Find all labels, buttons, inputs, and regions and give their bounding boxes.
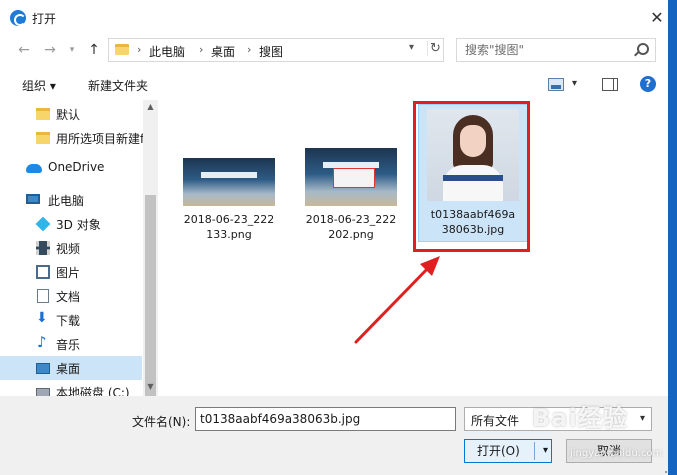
desktop-background-edge [668,0,677,475]
sidebar-item-desktop[interactable]: 桌面 [0,356,142,380]
address-bar[interactable]: › 此电脑 › 桌面 › 搜图 ▾ ↻ [108,38,444,62]
help-icon[interactable]: ? [640,76,656,92]
sidebar-item-label: 3D 对象 [56,218,101,232]
sidebar-item-label: OneDrive [48,160,105,174]
file-item[interactable]: 2018-06-23_222 133.png [174,158,284,242]
sidebar-item-downloads[interactable]: ⬇ 下载 [0,308,142,332]
split-divider [534,442,535,460]
search-input[interactable] [457,39,633,61]
sidebar-item-label: 此电脑 [48,194,85,208]
picture-icon [36,265,50,279]
scroll-thumb[interactable] [145,195,156,405]
forward-icon[interactable]: → [40,40,60,60]
annotation-highlight-box [413,101,530,252]
file-name: 2018-06-23_222 202.png [296,212,406,242]
file-item[interactable]: 2018-06-23_222 202.png [296,148,406,242]
scroll-down-icon[interactable]: ▼ [143,380,158,394]
sidebar-item-label: 默认 [56,108,81,122]
file-thumbnail [183,158,275,206]
folder-icon [36,132,50,144]
sidebar-item-3d-objects[interactable]: 3D 对象 [0,212,142,236]
back-icon[interactable]: ← [14,40,34,60]
file-name: 2018-06-23_222 133.png [174,212,284,242]
sidebar-item-onedrive[interactable]: OneDrive [0,156,142,180]
watermark-subtext: jingyan.baidu.com [570,448,663,459]
sidebar-item-new-folder-from-selection[interactable]: 用所选项目新建f [0,126,145,150]
file-name-line: 2018-06-23_222 [305,213,397,226]
video-icon [36,241,50,255]
open-button-label: 打开(O) [477,444,520,458]
open-dropdown-icon[interactable]: ▾ [543,440,548,462]
navigation-bar: ← → ▾ ↑ › 此电脑 › 桌面 › 搜图 ▾ ↻ [0,36,677,66]
sidebar-item-music[interactable]: ♪ 音乐 [0,332,142,356]
computer-icon [26,194,40,204]
search-box[interactable] [456,38,656,62]
sidebar-item-label: 桌面 [56,362,81,376]
title-bar: 打开 ✕ [0,0,677,36]
view-options-icon[interactable] [548,78,564,91]
cube-icon [35,216,51,232]
breadcrumb-separator-icon: › [199,43,204,56]
sidebar-item-label: 音乐 [56,338,81,352]
filename-label: 文件名(N): [132,415,191,429]
open-button[interactable]: 打开(O) ▾ [464,439,552,463]
sidebar-item-label: 视频 [56,242,81,256]
file-name-line: 133.png [206,228,252,241]
sidebar-scrollbar[interactable]: ▲ ▼ [143,100,158,405]
file-type-value: 所有文件 [471,414,520,428]
sidebar-item-documents[interactable]: 文档 [0,284,142,308]
file-name-line: 202.png [328,228,374,241]
breadcrumb-this-pc[interactable]: 此电脑 [149,43,185,60]
sidebar-item-label: 用所选项目新建f [56,132,145,146]
command-bar: 组织 ▾ 新建文件夹 ▾ ? [0,72,677,98]
address-dropdown-icon[interactable]: ▾ [409,42,414,53]
close-button[interactable]: ✕ [645,6,669,30]
window-title: 打开 [32,12,57,26]
annotation-arrow-icon [354,256,440,344]
sidebar-item-default[interactable]: 默认 [0,102,142,126]
search-icon[interactable] [637,43,649,55]
sidebar-item-videos[interactable]: 视频 [0,236,142,260]
recent-locations-icon[interactable]: ▾ [62,40,82,60]
view-dropdown-icon[interactable]: ▾ [572,78,577,89]
folder-icon [115,44,129,55]
cloud-icon [26,164,42,173]
preview-pane-icon[interactable] [602,78,618,91]
up-icon[interactable]: ↑ [84,40,104,60]
app-icon [10,10,26,26]
filename-input[interactable] [195,407,456,431]
sidebar-item-label: 下载 [56,314,81,328]
breadcrumb-separator-icon: › [137,43,142,56]
sidebar-item-pictures[interactable]: 图片 [0,260,142,284]
navigation-pane: 默认 用所选项目新建f OneDrive 此电脑 3D 对象 视频 图片 文档 … [0,100,158,396]
file-name-line: 2018-06-23_222 [183,213,275,226]
breadcrumb-separator-icon: › [247,43,252,56]
sidebar-item-label: 图片 [56,266,81,280]
music-icon: ♪ [37,333,47,351]
refresh-icon[interactable]: ↻ [427,41,443,56]
breadcrumb-search-images[interactable]: 搜图 [259,43,283,60]
sidebar-item-label: 本地磁盘 (C:) [56,386,130,396]
sidebar-item-this-pc[interactable]: 此电脑 [0,188,142,212]
desktop-icon [36,363,50,374]
disk-icon [36,388,50,396]
new-folder-button[interactable]: 新建文件夹 [88,77,148,94]
document-icon [37,289,49,303]
organize-button[interactable]: 组织 ▾ [22,77,56,94]
watermark-text: Bai经验 [532,404,628,432]
scroll-up-icon[interactable]: ▲ [143,100,158,114]
sidebar-item-label: 文档 [56,290,81,304]
chevron-down-icon: ▾ [639,413,645,424]
sidebar-item-local-disk-c[interactable]: 本地磁盘 (C:) [0,380,142,396]
folder-icon [36,108,50,120]
breadcrumb-desktop[interactable]: 桌面 [211,43,235,60]
file-thumbnail [305,148,397,206]
download-icon: ⬇ [36,310,48,326]
